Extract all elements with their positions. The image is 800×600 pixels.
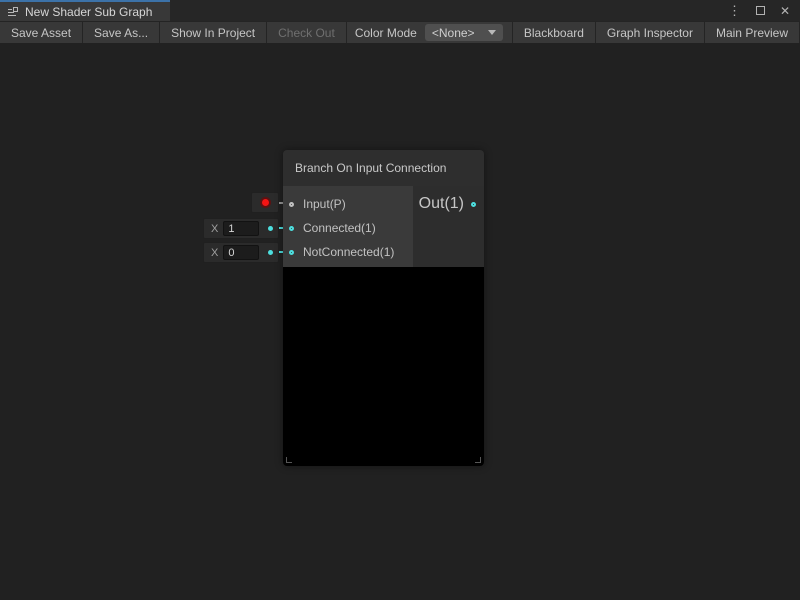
connected-default-widget: X: [203, 218, 279, 239]
color-mode-value: <None>: [432, 26, 475, 40]
check-out-button: Check Out: [267, 22, 347, 43]
chevron-down-icon: [488, 30, 496, 35]
close-icon[interactable]: ✕: [780, 4, 790, 18]
input-ports-column: Input(P) Connected(1) NotConnected(1): [283, 186, 413, 267]
input-p-default-widget[interactable]: [251, 192, 279, 213]
graph-canvas[interactable]: X X Branch On Input Connection Input(P) …: [0, 44, 800, 600]
port-row-out: Out(1): [413, 192, 484, 216]
connected-value-field[interactable]: [223, 221, 259, 236]
save-asset-button[interactable]: Save Asset: [0, 22, 83, 43]
graph-inspector-toggle-button[interactable]: Graph Inspector: [595, 22, 704, 43]
tab-bar: New Shader Sub Graph ⋮ ✕: [0, 0, 800, 21]
blackboard-toggle-button[interactable]: Blackboard: [512, 22, 595, 43]
tab-title: New Shader Sub Graph: [25, 5, 152, 19]
red-value-dot-icon: [262, 199, 269, 206]
toolbar: Save Asset Save As... Show In Project Ch…: [0, 21, 800, 43]
connected-port-icon[interactable]: [289, 226, 294, 231]
shader-graph-icon: [7, 6, 19, 18]
port-stub-dot-icon: [268, 250, 273, 255]
x-component-label: X: [211, 247, 218, 259]
out-port-icon[interactable]: [471, 202, 476, 207]
port-label: Input(P): [303, 197, 346, 211]
port-label: Out(1): [419, 195, 464, 213]
resize-handle-right-icon[interactable]: [475, 457, 481, 463]
port-row-connected: Connected(1): [283, 216, 413, 240]
node-branch-on-input-connection[interactable]: Branch On Input Connection Input(P) Conn…: [283, 150, 484, 466]
resize-handle-left-icon[interactable]: [286, 457, 292, 463]
port-row-input-p: Input(P): [283, 192, 413, 216]
tab-new-shader-sub-graph[interactable]: New Shader Sub Graph: [0, 0, 170, 21]
save-as-button[interactable]: Save As...: [83, 22, 160, 43]
show-in-project-button[interactable]: Show In Project: [160, 22, 267, 43]
color-mode-dropdown[interactable]: <None>: [425, 24, 503, 41]
port-label: Connected(1): [303, 221, 376, 235]
kebab-menu-icon[interactable]: ⋮: [728, 3, 741, 19]
input-p-port-icon[interactable]: [289, 202, 294, 207]
x-component-label: X: [211, 223, 218, 235]
window-controls: ⋮ ✕: [728, 0, 800, 21]
port-stub-dot-icon: [268, 226, 273, 231]
notconnected-default-widget: X: [203, 242, 279, 263]
notconnected-port-icon[interactable]: [289, 250, 294, 255]
node-title: Branch On Input Connection: [283, 150, 484, 186]
main-preview-toggle-button[interactable]: Main Preview: [704, 22, 800, 43]
maximize-icon[interactable]: [756, 6, 765, 15]
output-ports-column: Out(1): [413, 186, 484, 267]
color-mode-label: Color Mode: [347, 22, 425, 43]
port-label: NotConnected(1): [303, 245, 394, 259]
node-preview: [283, 267, 484, 466]
port-row-notconnected: NotConnected(1): [283, 240, 413, 264]
node-ports-section: Input(P) Connected(1) NotConnected(1) Ou…: [283, 186, 484, 267]
notconnected-value-field[interactable]: [223, 245, 259, 260]
